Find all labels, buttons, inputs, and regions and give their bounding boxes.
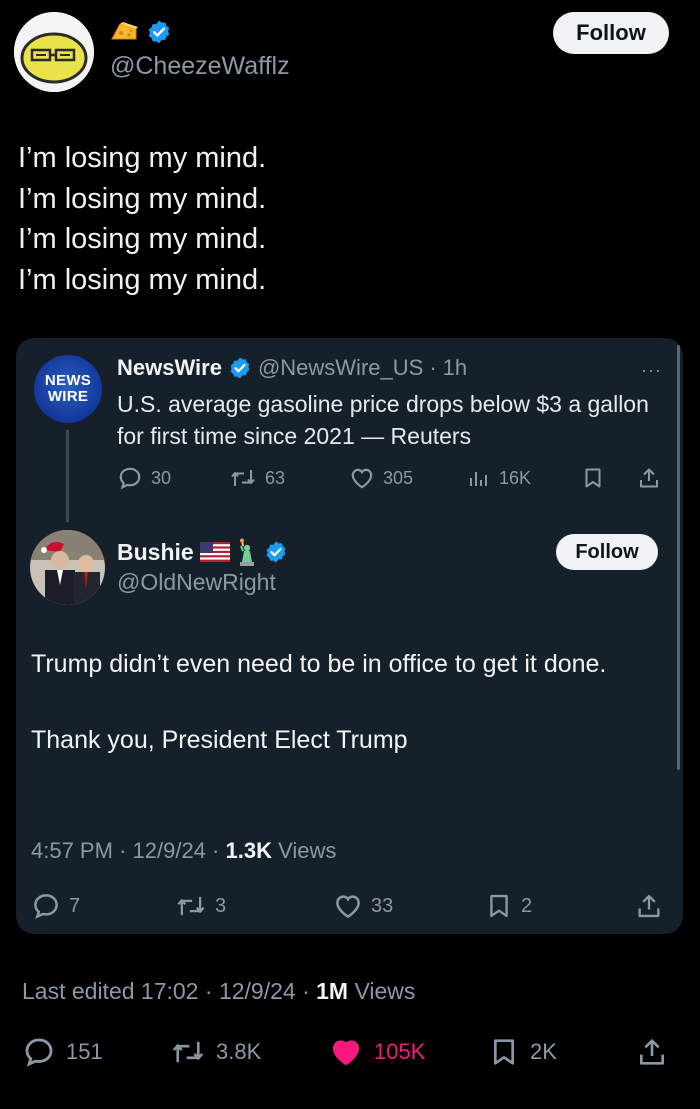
share-icon xyxy=(638,894,660,918)
bookmark-count: 2K xyxy=(530,1039,557,1064)
bookmark-icon xyxy=(490,894,508,918)
tweet-line: I’m losing my mind. xyxy=(18,182,267,215)
bushie-post-text: Trump didn’t even need to be in office t… xyxy=(31,645,651,759)
bookmark-icon xyxy=(494,1039,514,1065)
follow-button[interactable]: Follow xyxy=(556,534,658,570)
author-handle[interactable]: @CheezeWafflz xyxy=(110,52,290,81)
reply-icon xyxy=(25,1038,53,1067)
views-button[interactable]: 16K xyxy=(467,462,531,494)
share-icon xyxy=(640,1039,664,1065)
share-button[interactable] xyxy=(635,890,663,922)
views-count: 1M xyxy=(316,978,349,1004)
like-count: 33 xyxy=(371,894,394,917)
tweet-line: I’m losing my mind. xyxy=(18,223,267,255)
tweet-line: I’m losing my mind. xyxy=(18,142,267,174)
avatar-text: WIRE xyxy=(47,388,89,405)
edited-label[interactable]: Last edited 17:02 xyxy=(22,978,198,1004)
follow-button[interactable]: Follow xyxy=(553,12,669,54)
heart-icon xyxy=(336,895,360,919)
newswire-handle[interactable]: @NewsWire_US xyxy=(258,355,423,381)
cheese-icon xyxy=(111,22,138,40)
heart-icon xyxy=(351,468,373,489)
post-time[interactable]: 4:57 PM xyxy=(31,838,113,863)
bushie-avatar[interactable] xyxy=(30,530,105,605)
repost-icon xyxy=(231,470,255,486)
like-count: 305 xyxy=(383,467,414,488)
like-button[interactable]: 305 xyxy=(349,462,413,494)
separator-dot: · xyxy=(204,978,213,1004)
reply-button[interactable]: 30 xyxy=(117,462,171,494)
reply-icon xyxy=(34,894,58,919)
bushie-name-row: Bushie xyxy=(117,537,288,567)
like-count: 105K xyxy=(374,1039,426,1064)
repost-icon xyxy=(172,1041,204,1063)
reply-count: 151 xyxy=(66,1039,103,1064)
repost-count: 3 xyxy=(215,894,227,917)
tweet-detail-page: @CheezeWafflz Follow I’m losing my mind.… xyxy=(0,0,700,1109)
repost-icon xyxy=(177,896,205,916)
bushie-name[interactable]: Bushie xyxy=(117,539,194,566)
reply-count: 30 xyxy=(151,467,172,488)
repost-button[interactable]: 63 xyxy=(229,462,285,494)
author-avatar[interactable] xyxy=(14,12,94,92)
verified-badge-icon xyxy=(266,541,286,563)
repost-count: 63 xyxy=(265,467,286,488)
card-scrollbar[interactable] xyxy=(677,345,680,770)
bushie-action-bar: 7 3 33 2 xyxy=(31,890,671,924)
statue-of-liberty-icon xyxy=(239,538,254,566)
separator-dot: · xyxy=(302,978,310,1004)
tweet-line: I’m losing my mind. xyxy=(18,263,267,296)
post-time[interactable]: 1h xyxy=(443,355,467,381)
bushie-handle[interactable]: @OldNewRight xyxy=(117,569,276,596)
post-paragraph: Thank you, President Elect Trump xyxy=(31,726,408,754)
reply-button[interactable]: 7 xyxy=(31,890,80,922)
verified-badge-icon xyxy=(230,357,250,379)
cheese-character-avatar-icon xyxy=(14,12,94,92)
us-flag-icon xyxy=(199,542,230,562)
newswire-avatar[interactable]: NEWS WIRE xyxy=(34,355,102,423)
bookmark-button[interactable]: 2 xyxy=(485,890,532,922)
like-button[interactable]: 33 xyxy=(333,890,393,922)
heart-filled-icon xyxy=(332,1040,360,1066)
repost-button[interactable]: 3 xyxy=(175,890,226,922)
separator-dot: · xyxy=(119,838,127,863)
author-name-row[interactable] xyxy=(110,18,172,46)
reply-icon xyxy=(119,467,141,490)
separator-dot: · xyxy=(212,838,220,863)
share-button[interactable] xyxy=(637,462,661,494)
last-edited-meta: Last edited 17:02 · 12/9/24 · 1M Views xyxy=(22,978,415,1005)
avatar-text: NEWS xyxy=(44,372,92,389)
bookmark-count: 2 xyxy=(521,894,533,917)
main-action-bar: 151 3.8K 105K 2K xyxy=(22,1034,682,1070)
post-date[interactable]: 12/9/24 xyxy=(219,978,296,1004)
reply-button[interactable]: 151 xyxy=(22,1034,103,1070)
verified-badge-icon xyxy=(148,20,170,44)
post-meta: 4:57 PM · 12/9/24 · 1.3K Views xyxy=(31,838,336,864)
views-count: 16K xyxy=(499,467,532,488)
newswire-header: NewsWire @NewsWire_US · 1h xyxy=(117,355,467,381)
photo-avatar-icon xyxy=(30,530,105,605)
bookmark-icon xyxy=(585,468,601,488)
views-label: Views xyxy=(354,978,416,1004)
reply-count: 7 xyxy=(69,894,81,917)
like-button[interactable]: 105K xyxy=(328,1034,425,1070)
post-date[interactable]: 12/9/24 xyxy=(133,838,206,863)
bookmark-button[interactable] xyxy=(581,462,605,494)
share-icon xyxy=(640,468,658,488)
newswire-action-bar: 30 63 305 16K xyxy=(117,462,677,494)
bookmark-button[interactable]: 2K xyxy=(488,1034,557,1070)
thread-connector-line xyxy=(66,430,69,522)
views-count: 1.3K xyxy=(225,838,272,863)
newswire-name[interactable]: NewsWire xyxy=(117,355,222,381)
views-label: Views xyxy=(278,838,337,863)
repost-button[interactable]: 3.8K xyxy=(170,1034,261,1070)
analytics-icon xyxy=(470,472,487,486)
more-options-icon[interactable]: ··· xyxy=(641,360,662,381)
tweet-text: I’m losing my mind. I’m losing my mind. … xyxy=(18,138,266,300)
separator-dot: · xyxy=(429,355,437,380)
share-button[interactable] xyxy=(636,1034,668,1070)
repost-count: 3.8K xyxy=(216,1039,262,1064)
post-paragraph: Trump didn’t even need to be in office t… xyxy=(31,650,607,678)
newswire-post-text: U.S. average gasoline price drops below … xyxy=(117,391,649,449)
